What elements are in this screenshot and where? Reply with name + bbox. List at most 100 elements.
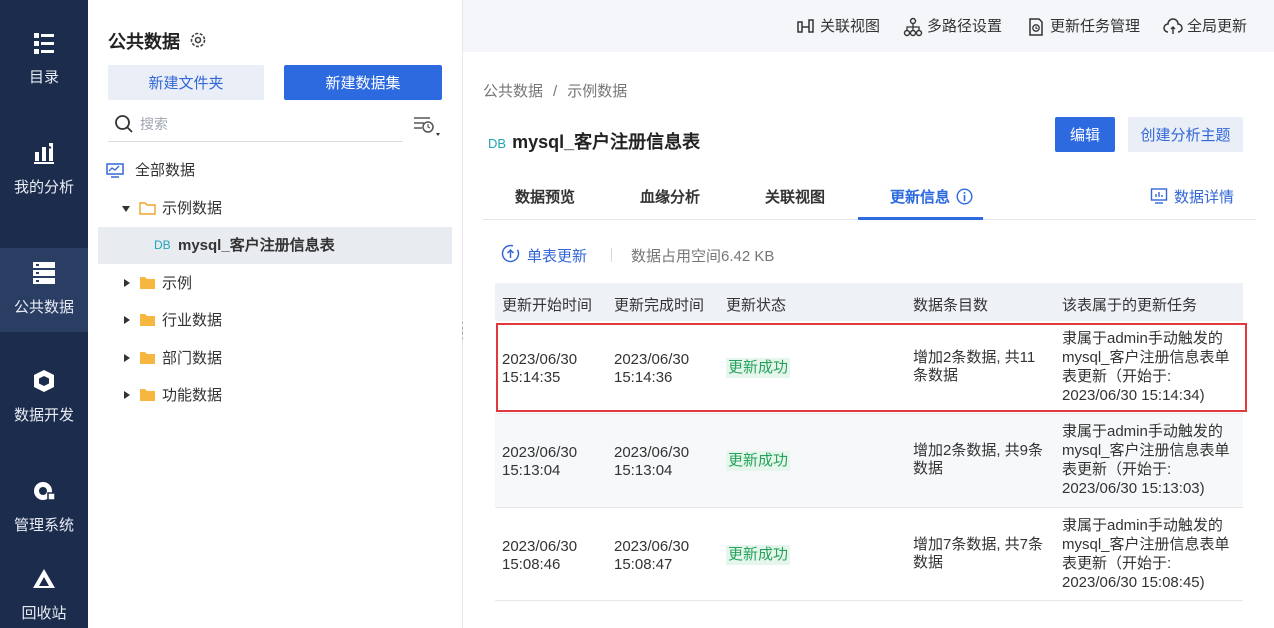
tree-label: mysql_客户注册信息表 xyxy=(178,237,335,254)
breadcrumb-separator: / xyxy=(553,83,558,100)
search-box xyxy=(108,110,403,142)
nav-label: 回收站 xyxy=(21,605,67,622)
tree-item-selected-table[interactable]: DB mysql_客户注册信息表 xyxy=(98,227,452,264)
sort-filter-icon[interactable] xyxy=(412,114,442,138)
info-icon[interactable] xyxy=(956,188,973,205)
multipath-icon xyxy=(903,17,923,37)
nav-label: 数据开发 xyxy=(13,407,74,424)
chevron-right-icon[interactable] xyxy=(124,391,130,399)
analysis-icon xyxy=(34,142,54,164)
breadcrumb-item[interactable]: 示例数据 xyxy=(567,83,627,100)
chevron-right-icon[interactable] xyxy=(124,279,130,287)
new-dataset-button[interactable]: 新建数据集 xyxy=(284,65,442,100)
nav-label: 管理系统 xyxy=(13,517,74,534)
tab-data-preview[interactable]: 数据预览 xyxy=(515,186,575,207)
task-cell: 隶属于admin手动触发的 mysql_客户注册信息表单 表更新（开始于: 20… xyxy=(1062,516,1230,592)
left-nav: 目录 我的分析 公共数据 数据开发 管理系统 回收站 xyxy=(0,0,88,628)
monitor-icon xyxy=(106,163,124,178)
nav-item-public-data[interactable]: 公共数据 xyxy=(0,248,88,332)
cell-text: mysql_客户注册信息表单 xyxy=(1062,536,1230,553)
nav-item-my-analysis[interactable]: 我的分析 xyxy=(0,140,88,224)
folder-icon xyxy=(140,389,155,401)
tree-label: 部门数据 xyxy=(162,350,223,367)
catalog-icon xyxy=(34,33,54,54)
chevron-down-icon[interactable] xyxy=(122,206,130,212)
search-icon xyxy=(115,115,133,133)
new-folder-button[interactable]: 新建文件夹 xyxy=(108,65,264,100)
end-time-cell: 2023/06/30 15:08:47 xyxy=(614,538,689,574)
tree-root-all-data[interactable]: 全部数据 xyxy=(98,152,452,189)
highlight-annotation-box xyxy=(496,323,1247,412)
main-panel: 关联视图 多路径设置 更新任务管理 全局更新 公共数据 / 示例数据 DB my… xyxy=(463,0,1274,628)
folder-icon xyxy=(140,314,155,326)
breadcrumb: 公共数据 / 示例数据 xyxy=(483,80,627,101)
data-detail-icon xyxy=(1150,188,1168,204)
nav-label: 公共数据 xyxy=(13,299,74,316)
column-header[interactable]: 更新开始时间 xyxy=(502,294,592,315)
chevron-right-icon[interactable] xyxy=(124,354,130,362)
cell-text: 15:08:47 xyxy=(614,556,673,573)
page-title-text: mysql_客户注册信息表 xyxy=(512,132,701,152)
cell-text: mysql_客户注册信息表单 xyxy=(1062,442,1230,459)
tab-related-view[interactable]: 关联视图 xyxy=(765,186,825,207)
tab-update-info[interactable]: 更新信息 xyxy=(890,186,973,207)
public-data-icon xyxy=(33,262,55,284)
tree-label: 全部数据 xyxy=(135,162,196,179)
end-time-cell: 2023/06/30 15:13:04 xyxy=(614,444,689,480)
cell-text: 2023/06/30 xyxy=(614,444,690,461)
column-header[interactable]: 更新完成时间 xyxy=(614,294,704,315)
chevron-right-icon[interactable] xyxy=(124,316,130,324)
edit-button[interactable]: 编辑 xyxy=(1055,117,1115,152)
column-header[interactable]: 数据条目数 xyxy=(913,294,988,315)
cell-text: 数据 xyxy=(913,554,944,571)
column-header[interactable]: 更新状态 xyxy=(726,294,786,315)
cell-text: 表更新（开始于: xyxy=(1062,555,1172,572)
create-analysis-topic-button[interactable]: 创建分析主题 xyxy=(1128,117,1243,152)
db-icon: DB xyxy=(488,136,507,151)
data-detail-label: 数据详情 xyxy=(1174,189,1235,206)
cell-text: 数据 xyxy=(913,460,944,477)
nav-item-catalog[interactable]: 目录 xyxy=(0,30,88,114)
cell-text: 隶属于admin手动触发的 xyxy=(1062,517,1223,534)
cell-text: 隶属于admin手动触发的 xyxy=(1062,423,1223,440)
cloud-refresh-icon xyxy=(1163,18,1183,34)
search-input[interactable] xyxy=(140,112,390,136)
db-icon: DB xyxy=(154,238,171,252)
admin-system-icon xyxy=(34,482,56,501)
table-row[interactable]: 2023/06/30 15:08:46 2023/06/30 15:08:47 … xyxy=(495,508,1243,601)
cell-text: 增加7条数据, 共7条 xyxy=(913,536,1044,553)
table-header: 更新开始时间 更新完成时间 更新状态 数据条目数 该表属于的更新任务 xyxy=(495,283,1243,321)
divider xyxy=(611,248,612,262)
tree-label: 示例数据 xyxy=(162,200,223,217)
tree-folder[interactable]: 示例 xyxy=(98,265,452,302)
status-badge: 更新成功 xyxy=(726,451,791,471)
tree-folder[interactable]: 行业数据 xyxy=(98,302,452,339)
related-view-icon xyxy=(797,19,814,33)
gear-icon[interactable] xyxy=(188,30,208,50)
status-badge: 更新成功 xyxy=(726,545,791,565)
sidebar: 公共数据 新建文件夹 新建数据集 全部数据 示例数据 xyxy=(88,0,463,628)
nav-item-recycle[interactable]: 回收站 xyxy=(0,566,88,628)
toolbar-label: 全局更新 xyxy=(1187,18,1248,35)
toolbar-label: 更新任务管理 xyxy=(1050,18,1141,35)
folder-icon xyxy=(140,352,155,364)
column-header[interactable]: 该表属于的更新任务 xyxy=(1062,294,1197,315)
page-title: DB mysql_客户注册信息表 xyxy=(488,128,700,154)
tab-lineage[interactable]: 血缘分析 xyxy=(640,186,700,207)
breadcrumb-item[interactable]: 公共数据 xyxy=(483,83,543,100)
tree-folder-example-data[interactable]: 示例数据 xyxy=(98,190,452,227)
cell-text: 2023/06/30 xyxy=(502,538,578,555)
task-cell: 隶属于admin手动触发的 mysql_客户注册信息表单 表更新（开始于: 20… xyxy=(1062,422,1230,498)
tab-bar: 数据预览 血缘分析 关联视图 更新信息 xyxy=(483,176,1256,220)
tab-label: 更新信息 xyxy=(890,189,951,206)
recycle-bin-icon xyxy=(33,569,55,588)
nav-item-admin[interactable]: 管理系统 xyxy=(0,478,88,562)
tree-folder[interactable]: 部门数据 xyxy=(98,340,452,377)
nav-item-data-dev[interactable]: 数据开发 xyxy=(0,368,88,452)
nav-label: 目录 xyxy=(28,69,59,86)
cell-text: 15:13:04 xyxy=(614,462,673,479)
tree-folder[interactable]: 功能数据 xyxy=(98,377,452,414)
tree-label: 功能数据 xyxy=(162,387,223,404)
cell-text: 2023/06/30 15:08:45) xyxy=(1062,574,1205,591)
table-row[interactable]: 2023/06/30 15:13:04 2023/06/30 15:13:04 … xyxy=(495,414,1243,508)
